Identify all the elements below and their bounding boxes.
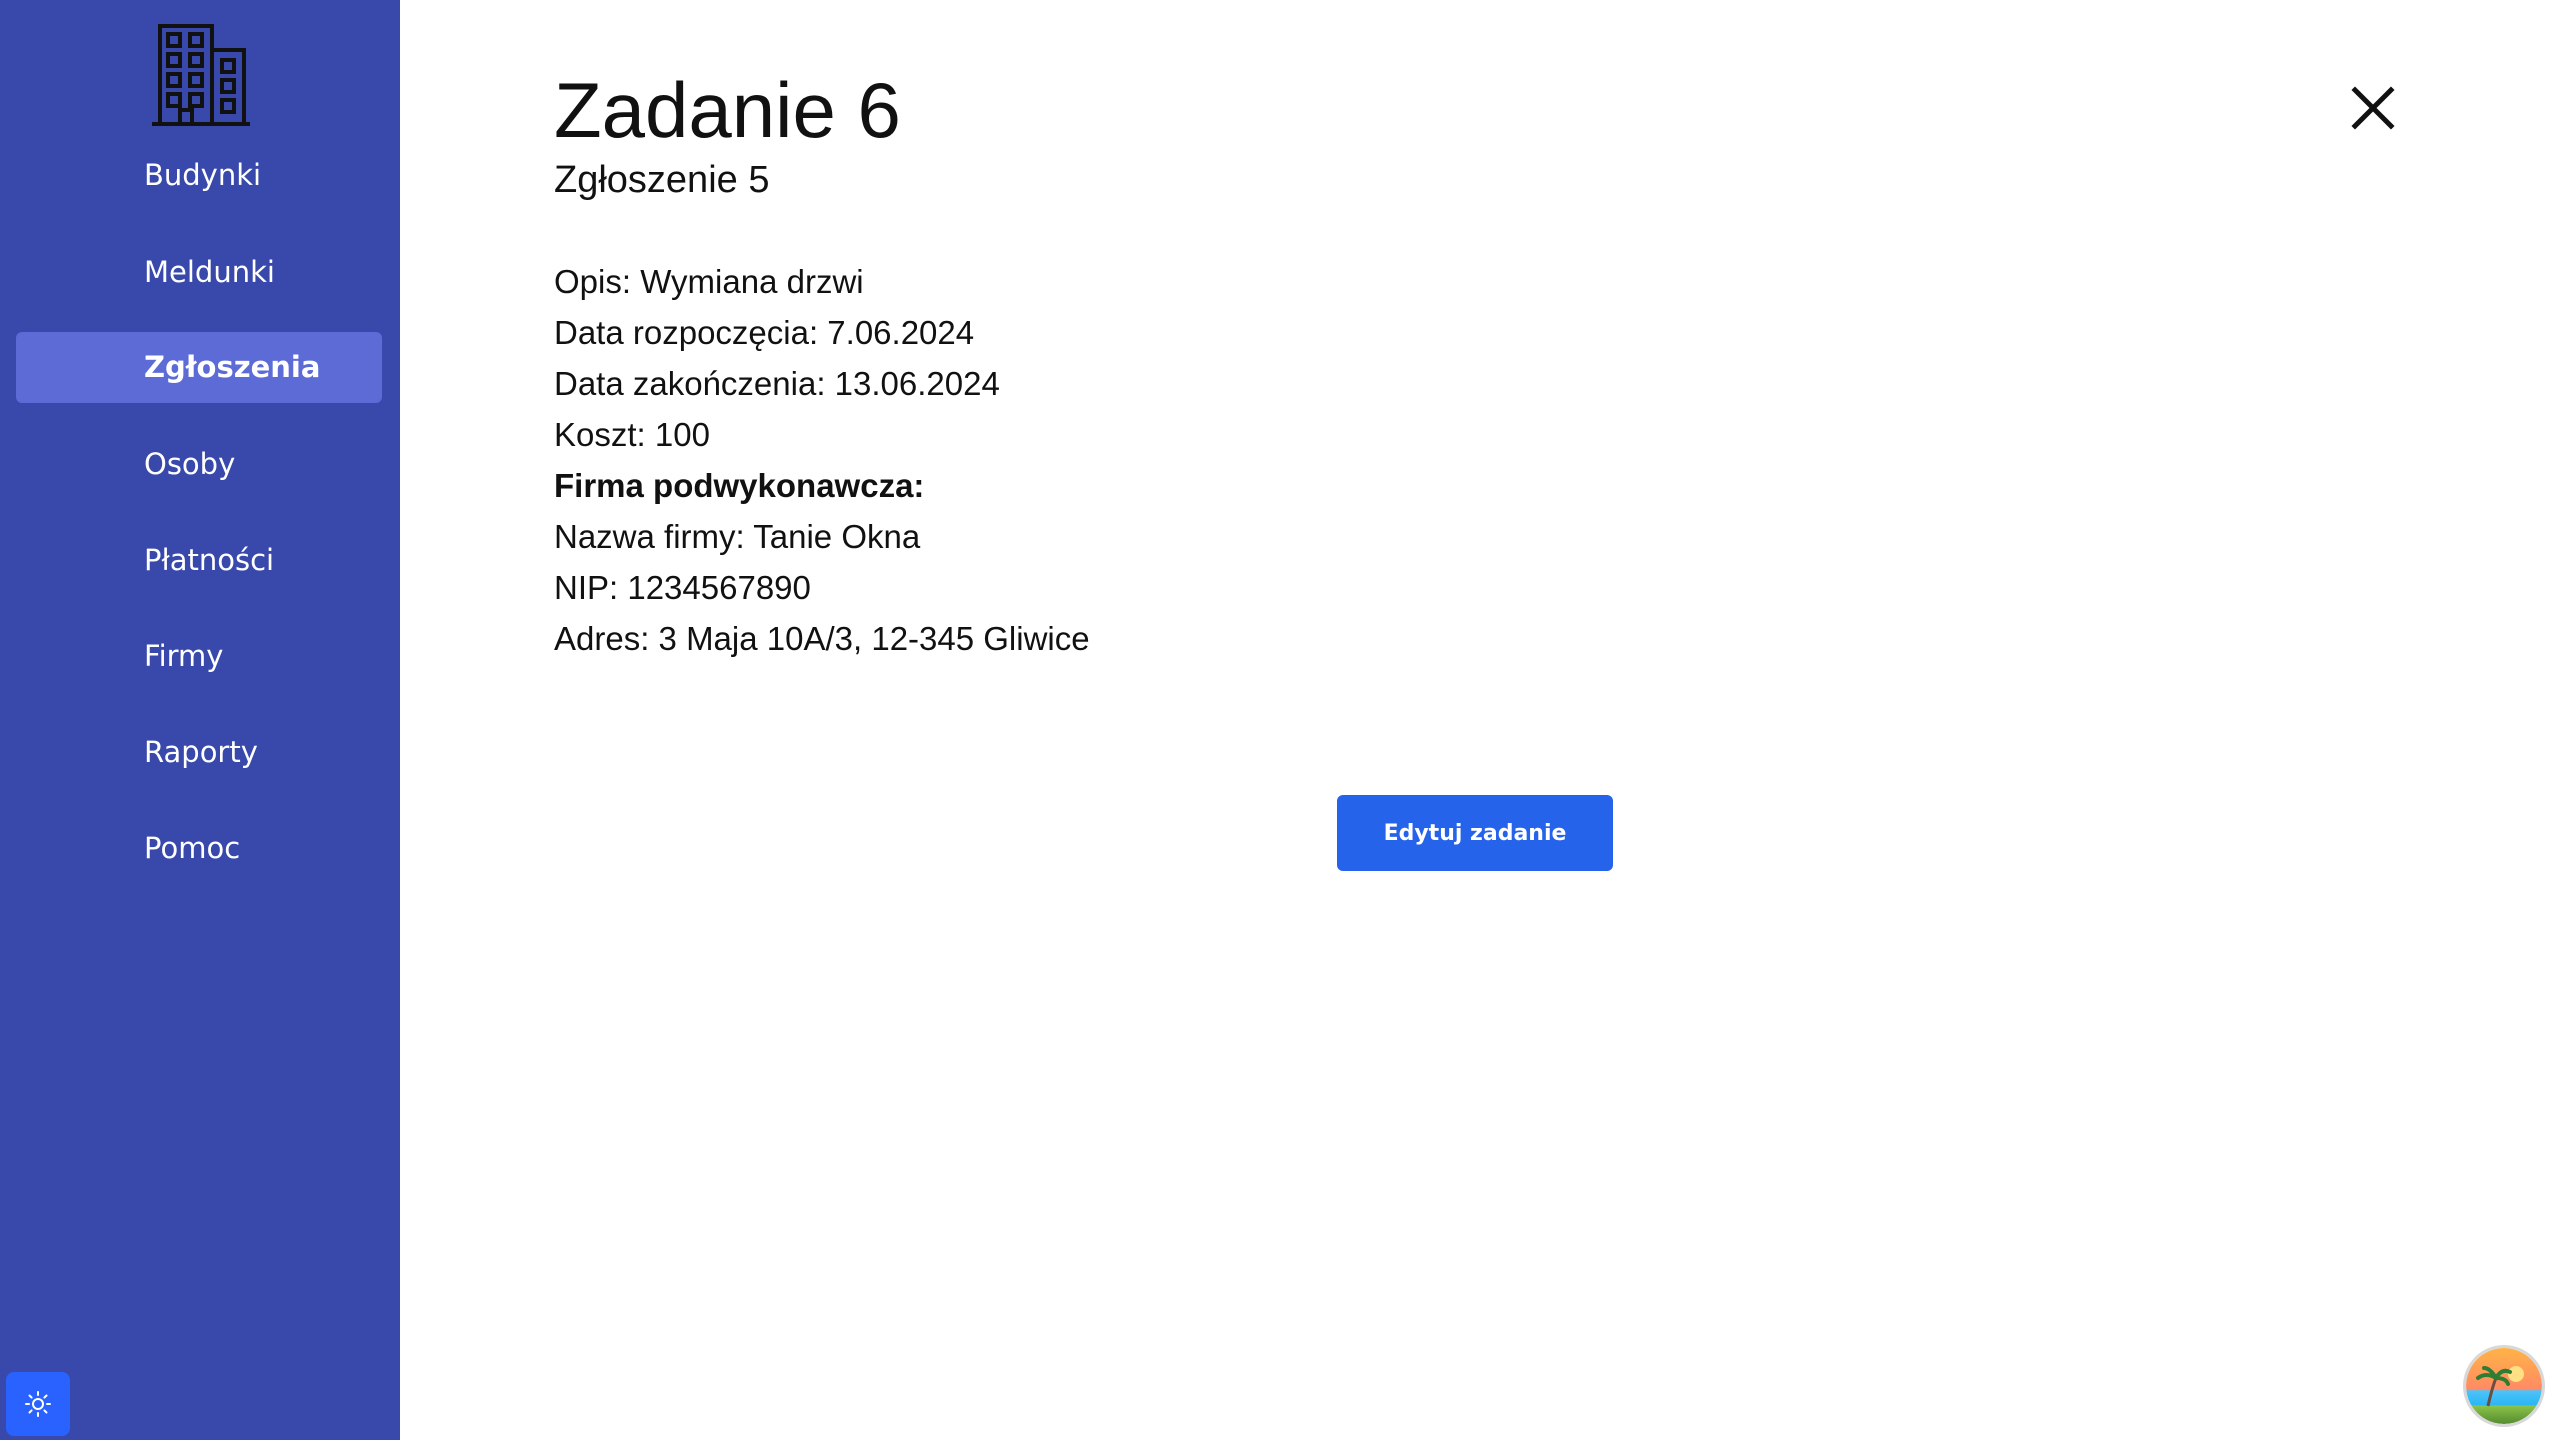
detail-cost: Koszt: 100 (554, 416, 710, 453)
detail-address: Adres: 3 Maja 10A/3, 12-345 Gliwice (554, 620, 1090, 657)
detail-description: Opis: Wymiana drzwi (554, 263, 864, 300)
sidebar-item-zgloszenia[interactable]: Zgłoszenia (16, 332, 382, 403)
page-title: Zadanie 6 (554, 66, 901, 154)
detail-nip: NIP: 1234567890 (554, 569, 811, 606)
close-button[interactable] (2345, 80, 2401, 136)
sidebar-item-platnosci[interactable]: Płatności (16, 525, 382, 596)
sidebar-item-firmy[interactable]: Firmy (16, 621, 382, 692)
detail-start-date: Data rozpoczęcia: 7.06.2024 (554, 314, 975, 351)
page-subtitle: Zgłoszenie 5 (554, 159, 770, 201)
sidebar-item-osoby[interactable]: Osoby (16, 429, 382, 500)
detail-end-date: Data zakończenia: 13.06.2024 (554, 365, 1000, 402)
avatar[interactable] (2466, 1348, 2542, 1424)
sidebar: Budynki Meldunki Zgłoszenia Osoby Płatno… (0, 0, 400, 1440)
detail-company-name: Nazwa firmy: Tanie Okna (554, 518, 921, 555)
theme-toggle-button[interactable] (6, 1372, 70, 1436)
app-root: Budynki Meldunki Zgłoszenia Osoby Płatno… (0, 0, 2560, 1440)
main-content: Zadanie 6 Zgłoszenie 5 Opis: Wymiana drz… (400, 0, 2560, 1440)
sun-icon (25, 1391, 51, 1417)
close-icon (2351, 86, 2395, 130)
sidebar-item-raporty[interactable]: Raporty (16, 717, 382, 788)
subcontractor-heading: Firma podwykonawcza: (554, 467, 925, 504)
sidebar-item-pomoc[interactable]: Pomoc (16, 813, 382, 884)
edit-task-button[interactable]: Edytuj zadanie (1337, 795, 1613, 871)
task-details: Opis: Wymiana drzwi Data rozpoczęcia: 7.… (554, 256, 1090, 664)
sidebar-item-budynki[interactable]: Budynki (16, 140, 382, 211)
sidebar-item-meldunki[interactable]: Meldunki (16, 237, 382, 308)
beach-avatar-icon (2466, 1348, 2542, 1424)
building-icon (152, 24, 250, 126)
